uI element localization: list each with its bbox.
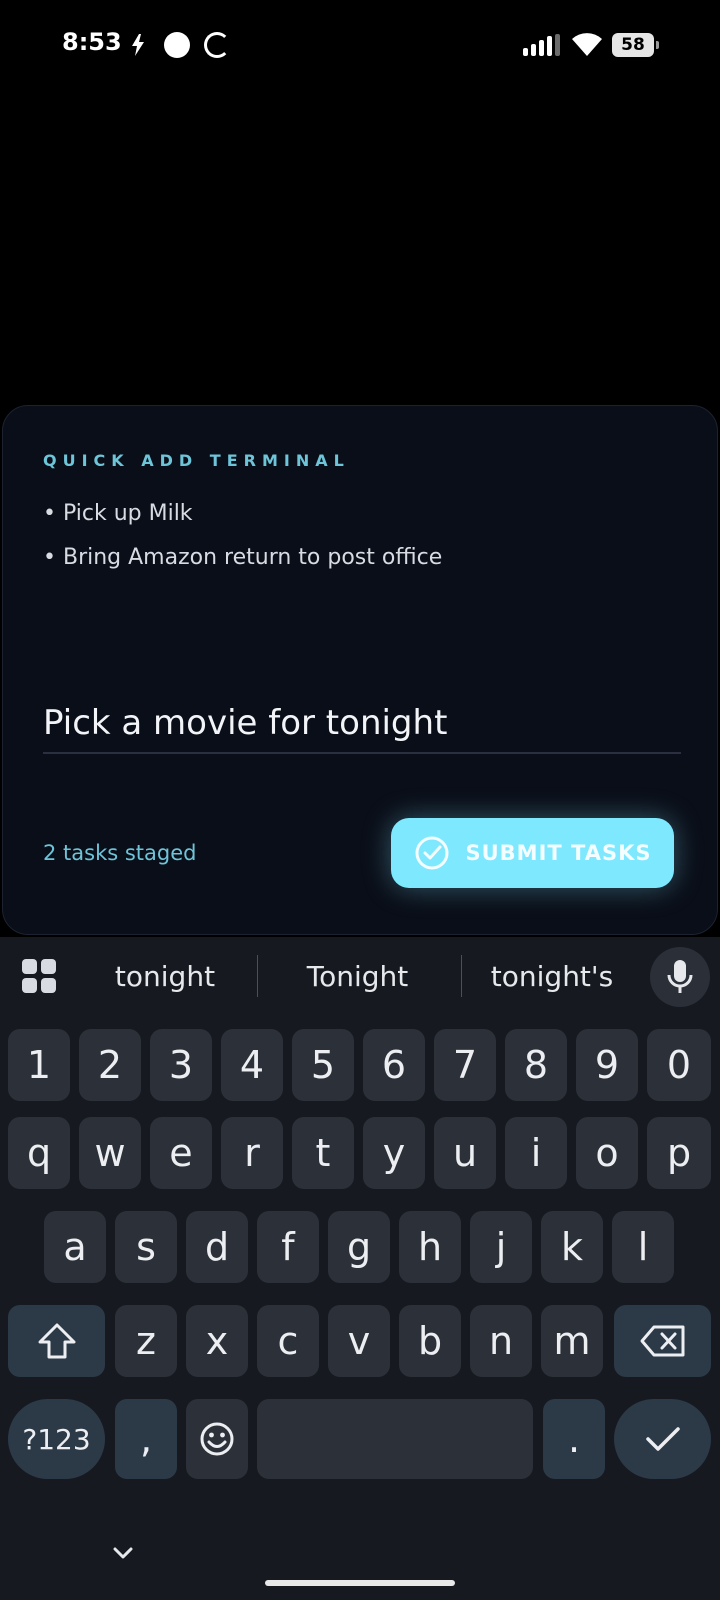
key-c[interactable]: c [257,1305,319,1377]
key-o[interactable]: o [576,1117,638,1189]
key-n[interactable]: n [470,1305,532,1377]
key-1[interactable]: 1 [8,1029,70,1101]
status-time: 8:53 [62,28,122,56]
home-indicator[interactable] [265,1580,455,1586]
key-4[interactable]: 4 [221,1029,283,1101]
apps-grid-icon[interactable] [22,959,56,993]
key-a[interactable]: a [44,1211,106,1283]
task-input[interactable] [43,694,681,754]
shift-icon [38,1323,75,1359]
circle-loading-icon [204,32,230,58]
key-j[interactable]: j [470,1211,532,1283]
suggestion-divider [461,955,462,997]
keyboard: tonight Tonight tonight's 1 2 3 4 5 6 7 … [0,937,720,1600]
key-s[interactable]: s [115,1211,177,1283]
key-7[interactable]: 7 [434,1029,496,1101]
staged-task-list: • Pick up Milk • Bring Amazon return to … [43,492,442,580]
suggestion-item[interactable]: tonight's [472,957,632,997]
check-circle-icon [414,835,450,871]
key-i[interactable]: i [505,1117,567,1189]
period-key[interactable]: . [543,1399,605,1479]
key-d[interactable]: d [186,1211,248,1283]
submit-tasks-label: SUBMIT TASKS [465,841,652,865]
quick-add-card: QUICK ADD TERMINAL • Pick up Milk • Brin… [2,405,718,935]
key-z[interactable]: z [115,1305,177,1377]
key-0[interactable]: 0 [647,1029,711,1101]
circle-full-icon [164,32,190,58]
tasks-staged-count: 2 tasks staged [43,841,197,865]
battery-icon: 58 [612,33,659,57]
emoji-key[interactable] [186,1399,248,1479]
suggestion-item[interactable]: Tonight [280,957,435,997]
staged-task-item: • Pick up Milk [43,501,193,526]
enter-key[interactable] [614,1399,711,1479]
shift-key[interactable] [8,1305,105,1377]
key-5[interactable]: 5 [292,1029,354,1101]
flash-icon [132,34,144,56]
key-6[interactable]: 6 [363,1029,425,1101]
key-u[interactable]: u [434,1117,496,1189]
suggestion-item[interactable]: tonight [90,957,240,997]
key-9[interactable]: 9 [576,1029,638,1101]
key-q[interactable]: q [8,1117,70,1189]
card-title: QUICK ADD TERMINAL [43,451,350,470]
key-r[interactable]: r [221,1117,283,1189]
key-b[interactable]: b [399,1305,461,1377]
backspace-key[interactable] [614,1305,711,1377]
signal-icon [523,34,560,56]
backspace-icon [640,1325,684,1357]
wifi-icon [572,33,602,56]
suggestion-divider [257,955,258,997]
suggestion-bar: tonight Tonight tonight's [0,937,720,1015]
key-3[interactable]: 3 [150,1029,212,1101]
key-g[interactable]: g [328,1211,390,1283]
emoji-icon [200,1422,234,1456]
key-h[interactable]: h [399,1211,461,1283]
staged-task-item: • Bring Amazon return to post office [43,545,443,570]
submit-tasks-button[interactable]: SUBMIT TASKS [391,818,674,888]
key-k[interactable]: k [541,1211,603,1283]
key-2[interactable]: 2 [79,1029,141,1101]
key-p[interactable]: p [647,1117,711,1189]
key-w[interactable]: w [79,1117,141,1189]
key-y[interactable]: y [363,1117,425,1189]
chevron-down-icon[interactable] [112,1546,134,1560]
key-x[interactable]: x [186,1305,248,1377]
key-v[interactable]: v [328,1305,390,1377]
microphone-icon [667,960,693,993]
voice-input-button[interactable] [650,947,710,1007]
space-key[interactable] [257,1399,533,1479]
key-t[interactable]: t [292,1117,354,1189]
comma-key[interactable]: , [115,1399,177,1479]
status-bar: 8:53 58 [0,0,720,92]
key-l[interactable]: l [612,1211,674,1283]
key-8[interactable]: 8 [505,1029,567,1101]
key-e[interactable]: e [150,1117,212,1189]
symbols-key[interactable]: ?123 [8,1399,105,1479]
checkmark-icon [645,1427,680,1451]
battery-level: 58 [621,35,645,55]
key-m[interactable]: m [541,1305,603,1377]
key-f[interactable]: f [257,1211,319,1283]
